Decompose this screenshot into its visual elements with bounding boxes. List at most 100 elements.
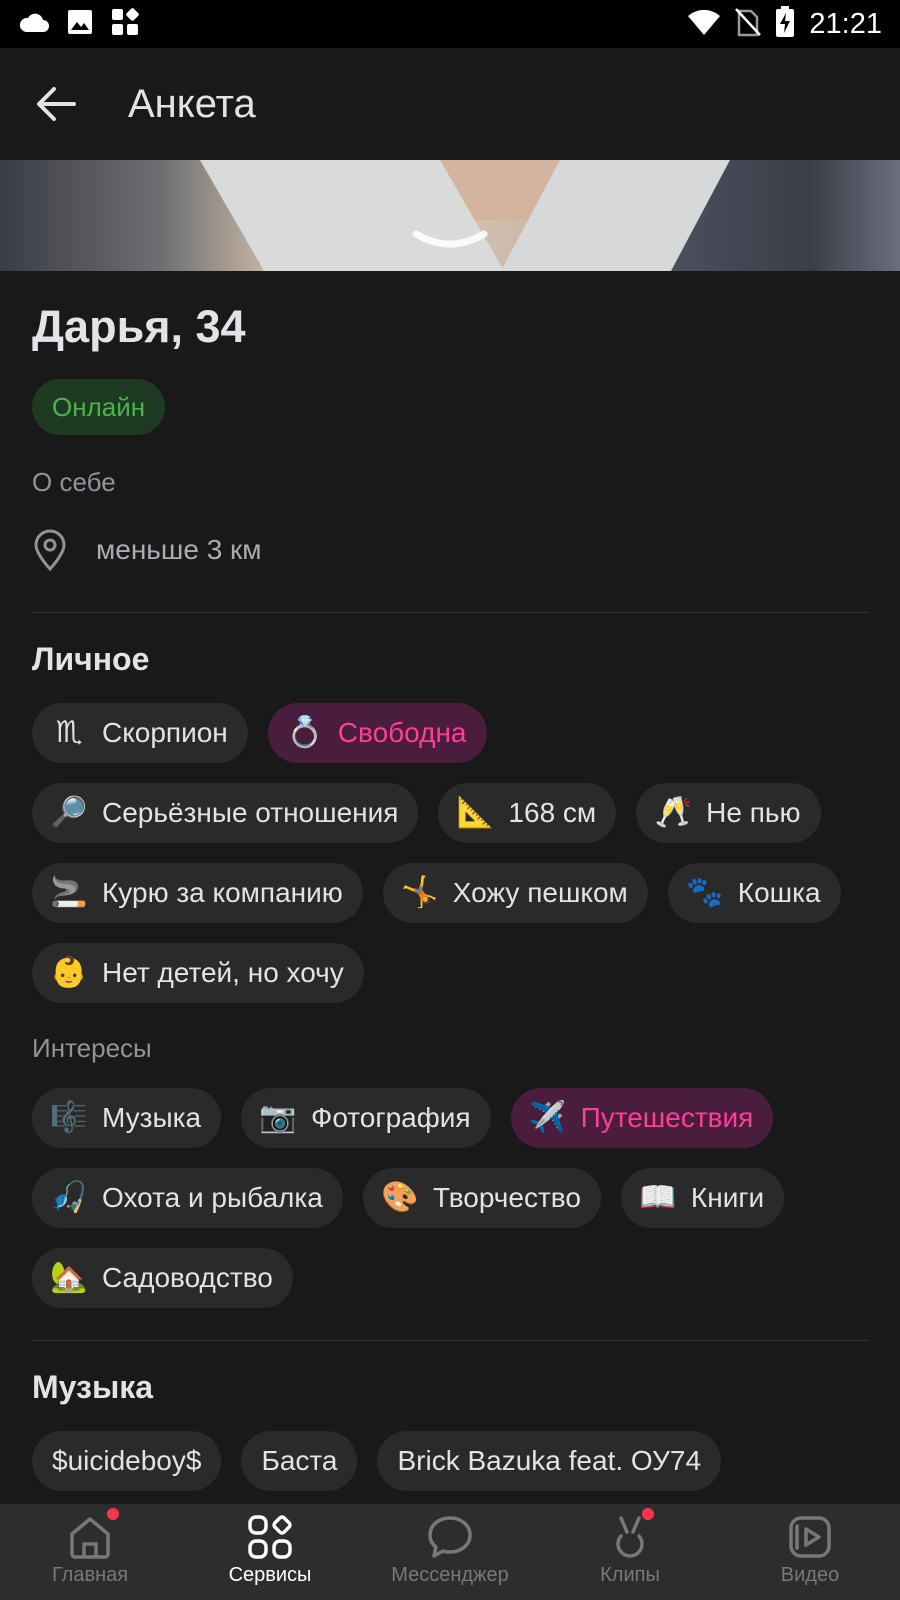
battery-charging-icon xyxy=(775,5,795,43)
tag-chip[interactable]: 🚬 Курю за компанию xyxy=(32,863,363,923)
home-icon xyxy=(70,1517,110,1559)
chip-emoji-icon: 📖 xyxy=(639,1180,677,1215)
cloud-icon xyxy=(18,11,50,38)
nav-label: Сервисы xyxy=(228,1564,312,1586)
interest-chips: 🎼 Музыка 📷 Фотография ✈️ Путешествия 🎣 Охота и … xyxy=(32,1088,868,1308)
tag-chip[interactable]: 🔎 Серьёзные отношения xyxy=(32,783,419,843)
divider xyxy=(32,612,868,613)
chevron-down-icon[interactable] xyxy=(410,228,490,258)
chip-label: Творчество xyxy=(432,1182,581,1213)
apps-icon xyxy=(110,7,140,42)
music-chips: $uicideboy$ Баста Brick Bazuka feat. ОУ74 xyxy=(32,1431,868,1491)
section-title-interests: Интересы xyxy=(32,1033,152,1063)
chip-label: Brick Bazuka feat. ОУ74 xyxy=(397,1445,702,1476)
chip-label: 168 см xyxy=(508,797,597,828)
distance-text: меньше 3 км xyxy=(96,534,262,565)
nav-item-clips[interactable]: Клипы xyxy=(540,1504,720,1600)
profile-content[interactable]: Дарья, 34 Онлайн О себе меньше 3 км Личн… xyxy=(0,271,900,1504)
page-title: Анкета xyxy=(128,81,256,126)
chip-emoji-icon: 📐 xyxy=(456,795,495,830)
tag-chip[interactable]: Баста xyxy=(241,1431,358,1491)
bottom-navigation: Главная Сервисы Мессенджер Клипы Видео xyxy=(0,1504,900,1600)
tag-chip[interactable]: 📐 168 см xyxy=(438,783,617,843)
chip-label: Курю за компанию xyxy=(102,877,343,908)
chip-emoji-icon: 👶 xyxy=(50,955,88,990)
image-icon xyxy=(66,8,94,41)
chip-emoji-icon: 🥂 xyxy=(654,795,692,830)
tag-chip[interactable]: 🎨 Творчество xyxy=(362,1168,601,1228)
nav-item-services[interactable]: Сервисы xyxy=(180,1504,360,1600)
chip-label: Не пью xyxy=(706,797,801,828)
chip-label: Садоводство xyxy=(102,1262,273,1293)
about-label: О себе xyxy=(32,467,116,497)
no-sim-icon xyxy=(735,7,762,42)
chip-emoji-icon: 🚬 xyxy=(50,875,88,910)
chip-emoji-icon: ♏ xyxy=(55,715,83,750)
chip-label: Свободна xyxy=(337,717,467,748)
wifi-icon xyxy=(687,8,721,41)
tag-chip[interactable]: 🏡 Садоводство xyxy=(32,1248,293,1308)
services-icon xyxy=(248,1515,292,1559)
tag-chip[interactable]: 👶 Нет детей, но хочу xyxy=(32,943,364,1003)
tag-chip[interactable]: 🥂 Не пью xyxy=(636,783,821,843)
section-title-music: Музыка xyxy=(32,1369,154,1405)
tag-chip[interactable]: $uicideboy$ xyxy=(32,1431,222,1491)
chip-label: Кошка xyxy=(737,877,821,908)
chip-emoji-icon: 🏡 xyxy=(50,1260,88,1295)
nav-item-home[interactable]: Главная xyxy=(0,1504,180,1600)
chip-emoji-icon: 🎼 xyxy=(50,1100,88,1135)
location-pin-icon xyxy=(34,529,66,571)
chip-label: Охота и рыбалка xyxy=(102,1182,323,1213)
chip-emoji-icon: 🤸 xyxy=(401,875,439,910)
online-status-badge: Онлайн xyxy=(32,379,166,435)
chip-label: Хожу пешком xyxy=(452,877,628,908)
nav-label: Мессенджер xyxy=(391,1564,509,1586)
chip-emoji-icon: 📷 xyxy=(259,1100,297,1135)
nav-label: Клипы xyxy=(600,1564,660,1586)
chip-label: Серьёзные отношения xyxy=(102,797,399,828)
notification-dot xyxy=(642,1508,654,1520)
chip-label: Скорпион xyxy=(102,717,228,748)
tag-chip[interactable]: Brick Bazuka feat. ОУ74 xyxy=(377,1431,722,1491)
tag-chip[interactable]: 📖 Книги xyxy=(620,1168,785,1228)
location-row: меньше 3 км xyxy=(32,528,868,572)
messenger-icon xyxy=(428,1516,472,1558)
tag-chip[interactable]: ♏ Скорпион xyxy=(32,703,248,763)
tag-chip[interactable]: 🐾 Кошка xyxy=(667,863,841,923)
chip-label: Фотография xyxy=(311,1102,471,1133)
tag-chip[interactable]: 📷 Фотография xyxy=(241,1088,491,1148)
chip-emoji-icon: 🎨 xyxy=(381,1180,419,1215)
chip-label: Путешествия xyxy=(580,1102,754,1133)
back-button[interactable] xyxy=(28,76,84,132)
notification-dot xyxy=(107,1508,119,1520)
nav-label: Главная xyxy=(51,1564,129,1586)
tag-chip[interactable]: 🎼 Музыка xyxy=(32,1088,222,1148)
chip-emoji-icon: 💍 xyxy=(286,715,324,750)
personal-chips: ♏ Скорпион 💍 Свободна 🔎 Серьёзные отношения 📐 1… xyxy=(32,703,868,1003)
profile-name: Дарья, 34 xyxy=(32,301,246,352)
chip-label: Книги xyxy=(690,1182,765,1213)
nav-item-messenger[interactable]: Мессенджер xyxy=(360,1504,540,1600)
arrow-left-icon xyxy=(37,87,76,121)
app-header: Анкета xyxy=(0,48,900,160)
chip-label: Нет детей, но хочу xyxy=(102,957,344,988)
nav-item-video[interactable]: Видео xyxy=(720,1504,900,1600)
chip-emoji-icon: 🔎 xyxy=(50,795,88,830)
chip-emoji-icon: 🐾 xyxy=(686,875,724,910)
tag-chip[interactable]: 💍 Свободна xyxy=(267,703,487,763)
divider xyxy=(32,1340,868,1341)
chip-emoji-icon: ✈️ xyxy=(528,1100,567,1135)
chip-label: Баста xyxy=(261,1445,338,1476)
video-icon xyxy=(789,1516,831,1558)
chip-emoji-icon: 🎣 xyxy=(50,1180,88,1215)
clock: 21:21 xyxy=(809,7,882,40)
clips-icon xyxy=(616,1516,644,1558)
chip-label: $uicideboy$ xyxy=(52,1445,202,1476)
nav-label: Видео xyxy=(780,1564,840,1586)
status-bar: 21:21 xyxy=(0,0,900,48)
section-title-personal: Личное xyxy=(32,641,150,677)
tag-chip[interactable]: 🤸 Хожу пешком xyxy=(382,863,648,923)
chip-label: Музыка xyxy=(102,1102,202,1133)
tag-chip[interactable]: ✈️ Путешествия xyxy=(510,1088,774,1148)
tag-chip[interactable]: 🎣 Охота и рыбалка xyxy=(32,1168,343,1228)
